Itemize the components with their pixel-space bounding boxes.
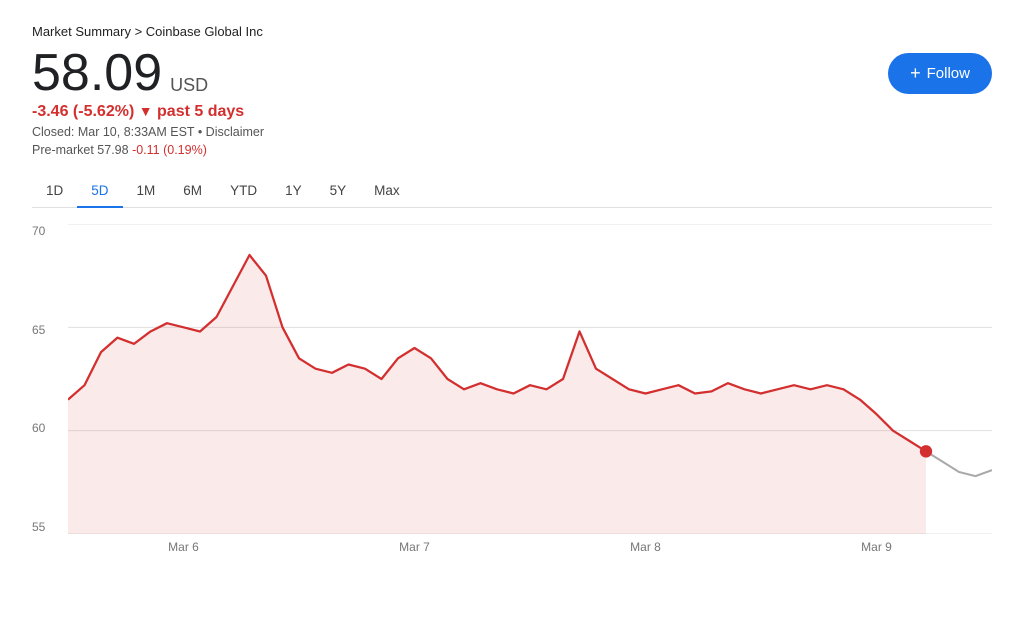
x-label: Mar 8 <box>630 540 661 554</box>
tab-1y[interactable]: 1Y <box>271 175 316 208</box>
y-label: 70 <box>32 224 60 238</box>
premarket-row: Pre-market 57.98 -0.11 (0.19%) <box>32 143 264 157</box>
y-label: 60 <box>32 421 60 435</box>
stock-chart <box>68 224 992 534</box>
tab-1d[interactable]: 1D <box>32 175 77 208</box>
price-display: 58.09 USD <box>32 47 264 99</box>
tab-6m[interactable]: 6M <box>169 175 216 208</box>
tab-5y[interactable]: 5Y <box>316 175 361 208</box>
tab-ytd[interactable]: YTD <box>216 175 271 208</box>
price-change-value: -3.46 (-5.62%) <box>32 103 134 120</box>
premarket-value: 57.98 <box>97 143 132 157</box>
price-change-period: past 5 days <box>157 103 244 120</box>
breadcrumb: Market Summary > Coinbase Global Inc <box>32 24 992 39</box>
x-axis-labels: Mar 6 Mar 7 Mar 8 Mar 9 <box>68 536 992 554</box>
price-change: -3.46 (-5.62%) ▼ past 5 days <box>32 103 264 121</box>
y-label: 55 <box>32 520 60 534</box>
follow-button[interactable]: + Follow <box>888 53 992 94</box>
x-label: Mar 6 <box>168 540 199 554</box>
price-value: 58.09 <box>32 44 162 102</box>
price-change-arrow: ▼ <box>139 103 153 119</box>
breadcrumb-prefix: Market Summary > <box>32 24 146 39</box>
closed-label: Closed: Mar 10, 8:33AM EST <box>32 125 194 139</box>
follow-label: Follow <box>927 65 970 82</box>
tab-1m[interactable]: 1M <box>123 175 170 208</box>
disclaimer-label: • Disclaimer <box>198 125 264 139</box>
y-label: 65 <box>32 323 60 337</box>
tab-max[interactable]: Max <box>360 175 414 208</box>
x-label: Mar 7 <box>399 540 430 554</box>
breadcrumb-company: Coinbase Global Inc <box>146 24 263 39</box>
premarket-label: Pre-market <box>32 143 97 157</box>
follow-plus-icon: + <box>910 63 921 84</box>
time-tabs: 1D5D1M6MYTD1Y5YMax <box>32 175 992 208</box>
premarket-change: -0.11 (0.19%) <box>132 143 207 157</box>
x-label: Mar 9 <box>861 540 892 554</box>
tab-5d[interactable]: 5D <box>77 175 122 208</box>
price-currency: USD <box>170 75 208 95</box>
chart-area: 70 65 60 55 Mar 6 Mar 7 Mar 8 Mar 9 <box>32 224 992 554</box>
y-axis-labels: 70 65 60 55 <box>32 224 68 554</box>
price-meta: Closed: Mar 10, 8:33AM EST • Disclaimer <box>32 125 264 139</box>
